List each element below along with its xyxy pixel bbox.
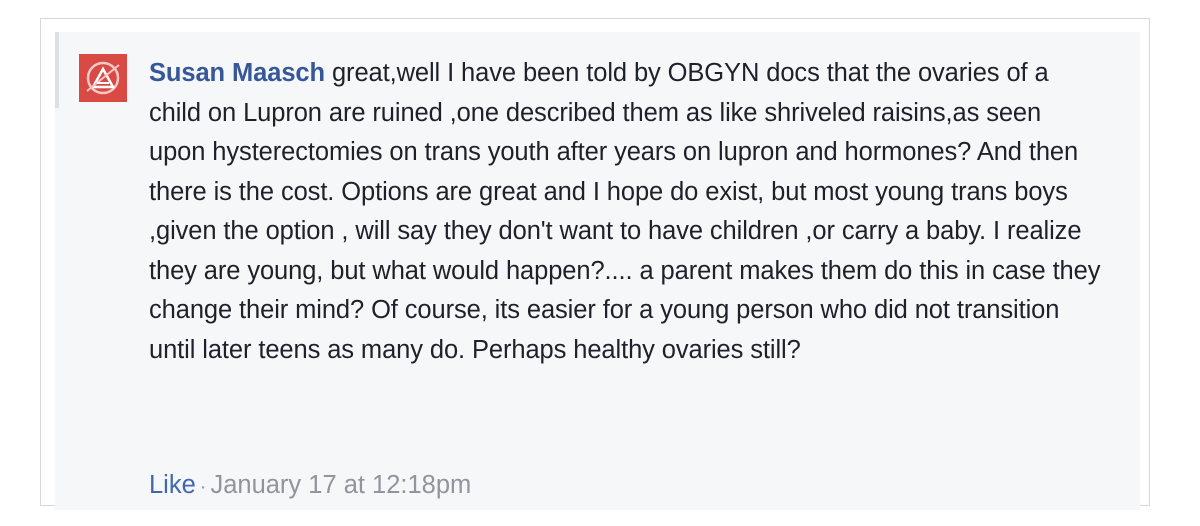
action-separator: · [199, 476, 207, 498]
logo-icon [79, 54, 127, 102]
thread-rule [55, 32, 59, 108]
like-link[interactable]: Like [149, 471, 196, 499]
comment-actions: Like · January 17 at 12:18pm [149, 468, 471, 504]
avatar[interactable] [79, 54, 127, 102]
comment-author-link[interactable]: Susan Maasch [149, 59, 325, 87]
comment-text: great,well I have been told by OBGYN doc… [149, 59, 1101, 364]
comment-body: Susan Maasch great,well I have been told… [149, 54, 1104, 370]
comment: Susan Maasch great,well I have been told… [55, 32, 1140, 510]
comment-timestamp[interactable]: January 17 at 12:18pm [210, 471, 471, 499]
